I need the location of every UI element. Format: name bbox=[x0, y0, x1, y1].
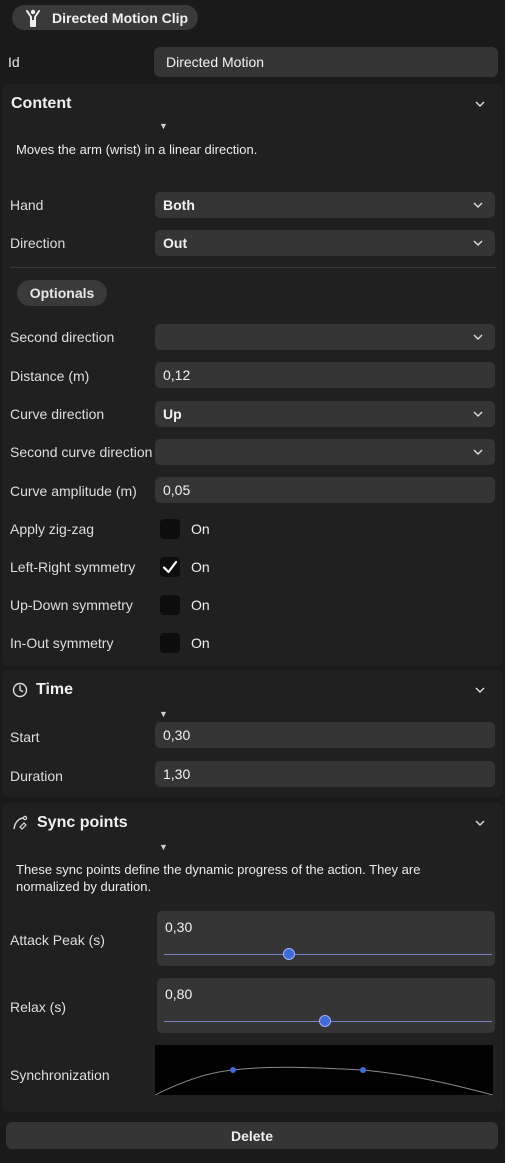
relax-slider[interactable]: 0,80 bbox=[157, 978, 495, 1033]
second-curve-direction-select[interactable] bbox=[155, 439, 495, 465]
clip-title: Directed Motion Clip bbox=[52, 9, 189, 26]
duration-label: Duration bbox=[10, 768, 63, 784]
sync-point-relax[interactable] bbox=[360, 1067, 366, 1073]
second-direction-label: Second direction bbox=[10, 329, 115, 345]
time-header[interactable]: Time bbox=[2, 672, 503, 708]
id-label: Id bbox=[8, 54, 20, 70]
relax-value: 0,80 bbox=[165, 986, 193, 1002]
collapse-arrow-icon[interactable]: ▼ bbox=[159, 842, 168, 852]
left-right-symmetry-checkbox[interactable] bbox=[160, 557, 180, 577]
start-label: Start bbox=[10, 729, 40, 745]
person-arms-raised-icon bbox=[24, 9, 42, 27]
duration-input[interactable]: 1,30 bbox=[155, 761, 495, 787]
content-header[interactable]: Content bbox=[2, 86, 503, 122]
relax-label: Relax (s) bbox=[10, 999, 67, 1015]
id-input[interactable]: Directed Motion bbox=[154, 47, 498, 77]
chevron-down-icon bbox=[473, 334, 483, 340]
up-down-symmetry-checkbox[interactable] bbox=[160, 595, 180, 615]
start-input[interactable]: 0,30 bbox=[155, 722, 495, 748]
in-out-symmetry-label: In-Out symmetry bbox=[10, 635, 114, 651]
in-out-symmetry-checkbox[interactable] bbox=[160, 633, 180, 653]
clock-icon bbox=[12, 682, 28, 698]
distance-input[interactable]: 0,12 bbox=[155, 362, 495, 388]
content-description: Moves the arm (wrist) in a linear direct… bbox=[16, 142, 258, 157]
sync-points-header[interactable]: Sync points bbox=[2, 805, 503, 841]
slider-handle[interactable] bbox=[318, 1015, 331, 1027]
time-title: Time bbox=[36, 681, 74, 698]
curve-direction-value: Up bbox=[163, 406, 182, 422]
direction-label: Direction bbox=[10, 235, 66, 251]
direction-value: Out bbox=[163, 235, 188, 251]
zigzag-on-label: On bbox=[191, 521, 210, 537]
sync-points-title: Sync points bbox=[37, 814, 128, 831]
chevron-down-icon bbox=[473, 202, 483, 208]
attack-peak-label: Attack Peak (s) bbox=[10, 932, 105, 948]
hand-label: Hand bbox=[10, 197, 44, 213]
content-title: Content bbox=[11, 95, 72, 112]
curve-amplitude-input[interactable]: 0,05 bbox=[155, 477, 495, 503]
delete-button[interactable]: Delete bbox=[6, 1122, 498, 1149]
clip-title-pill: Directed Motion Clip bbox=[12, 5, 198, 30]
synchronization-label: Synchronization bbox=[10, 1067, 110, 1083]
in-out-on-label: On bbox=[191, 635, 210, 651]
direction-select[interactable]: Out bbox=[155, 230, 495, 256]
chevron-down-icon bbox=[473, 240, 483, 246]
curve-direction-label: Curve direction bbox=[10, 406, 105, 422]
hand-value: Both bbox=[163, 197, 195, 213]
distance-label: Distance (m) bbox=[10, 368, 90, 384]
curve-amplitude-label: Curve amplitude (m) bbox=[10, 483, 137, 499]
synchronization-curve-graph bbox=[154, 1066, 494, 1096]
second-curve-direction-label: Second curve direction bbox=[10, 444, 153, 460]
curve-pen-icon bbox=[13, 815, 28, 830]
chevron-down-icon bbox=[473, 449, 483, 455]
divider bbox=[10, 267, 496, 268]
up-down-symmetry-label: Up-Down symmetry bbox=[10, 597, 133, 613]
synchronization-curve[interactable] bbox=[154, 1045, 494, 1096]
collapse-arrow-icon[interactable]: ▼ bbox=[159, 121, 168, 131]
chevron-down-icon[interactable] bbox=[475, 818, 485, 828]
chevron-down-icon[interactable] bbox=[475, 99, 485, 109]
slider-handle[interactable] bbox=[282, 948, 295, 960]
sync-point-attack[interactable] bbox=[230, 1067, 236, 1073]
left-right-on-label: On bbox=[191, 559, 210, 575]
curve-direction-select[interactable]: Up bbox=[155, 401, 495, 427]
chevron-down-icon bbox=[473, 411, 483, 417]
content-panel: Content ▼ Moves the arm (wrist) in a lin… bbox=[2, 84, 503, 666]
collapse-arrow-icon[interactable]: ▼ bbox=[159, 709, 168, 719]
left-right-symmetry-label: Left-Right symmetry bbox=[10, 559, 136, 575]
attack-peak-value: 0,30 bbox=[165, 919, 193, 935]
zigzag-checkbox[interactable] bbox=[160, 519, 180, 539]
time-panel: Time ▼ Start 0,30 Duration 1,30 bbox=[2, 670, 503, 797]
optionals-pill[interactable]: Optionals bbox=[17, 280, 107, 306]
slider-track[interactable] bbox=[164, 954, 492, 955]
zigzag-label: Apply zig-zag bbox=[10, 521, 95, 537]
hand-select[interactable]: Both bbox=[155, 192, 495, 218]
sync-description: These sync points define the dynamic pro… bbox=[16, 862, 421, 894]
attack-peak-slider[interactable]: 0,30 bbox=[157, 911, 495, 966]
checkmark-icon bbox=[162, 560, 178, 574]
up-down-on-label: On bbox=[191, 597, 210, 613]
chevron-down-icon[interactable] bbox=[475, 685, 485, 695]
second-direction-select[interactable] bbox=[155, 324, 495, 350]
